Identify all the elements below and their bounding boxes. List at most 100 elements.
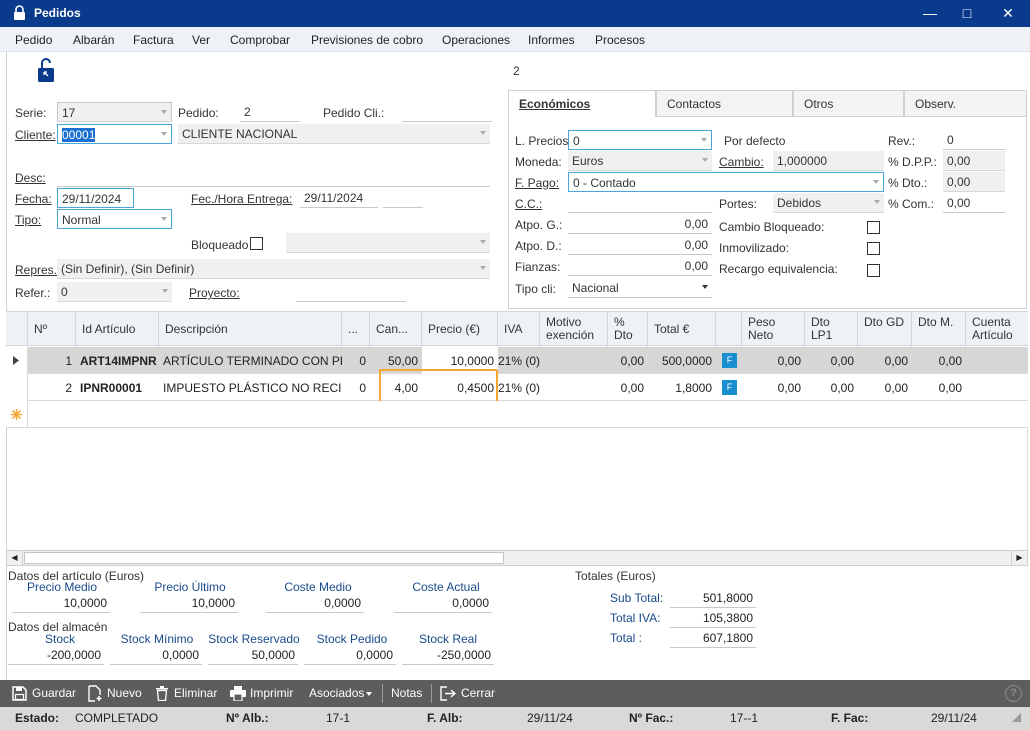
l-precios-select[interactable]: 0 <box>568 130 712 150</box>
asociados-label: Asociados <box>309 686 365 700</box>
fecha-label[interactable]: Fecha: <box>15 192 52 206</box>
col-dtogd[interactable]: Dto GD <box>858 312 912 347</box>
f-badge-icon[interactable]: F <box>722 353 737 368</box>
tab-otros[interactable]: Otros <box>793 90 904 116</box>
col-descripcion[interactable]: Descripción <box>159 312 342 347</box>
inmovilizado-checkbox[interactable] <box>867 242 880 255</box>
nuevo-button[interactable]: Nuevo <box>86 680 144 707</box>
tab-observ[interactable]: Observ. <box>904 90 1027 116</box>
col-badge[interactable] <box>716 312 742 347</box>
table-row[interactable]: 2 IPNR00001 IMPUESTO PLÁSTICO NO RECI...… <box>6 374 1028 401</box>
col-precio[interactable]: Precio (€) <box>422 312 498 347</box>
atpo-d-field[interactable]: 0,00 <box>568 235 712 255</box>
menu-pedido[interactable]: Pedido <box>15 33 52 47</box>
notas-button[interactable]: Notas <box>388 680 426 707</box>
scroll-right-icon[interactable]: ▶ <box>1011 551 1027 565</box>
cliente-code-select[interactable]: 00001 <box>57 124 172 144</box>
portes-select[interactable]: Debidos <box>773 193 884 213</box>
menu-comprobar[interactable]: Comprobar <box>230 33 290 47</box>
fecha-field[interactable]: 29/11/2024 <box>57 188 134 208</box>
col-cuenta[interactable]: Cuenta Artículo <box>966 312 1028 347</box>
fec-entrega-field[interactable]: 29/11/2024 <box>300 188 378 208</box>
fpago-label[interactable]: F. Pago: <box>515 176 559 190</box>
imprimir-button[interactable]: Imprimir <box>229 680 297 707</box>
desc-field[interactable] <box>57 167 490 187</box>
refer-select[interactable]: 0 <box>57 282 172 302</box>
menu-operaciones[interactable]: Operaciones <box>442 33 510 47</box>
maximize-button[interactable]: □ <box>947 0 987 27</box>
fianzas-field[interactable]: 0,00 <box>568 256 712 276</box>
moneda-label: Moneda: <box>515 155 562 169</box>
minimize-button[interactable]: — <box>910 0 950 27</box>
bloqueado-select[interactable] <box>286 233 490 253</box>
table-row[interactable]: 1 ART14IMPNR ARTÍCULO TERMINADO CON PL..… <box>6 347 1028 374</box>
menu-factura[interactable]: Factura <box>133 33 174 47</box>
menu-albaran[interactable]: Albarán <box>73 33 114 47</box>
pedido-field[interactable]: 2 <box>240 102 300 122</box>
hora-entrega-field[interactable] <box>383 188 423 208</box>
col-iva[interactable]: IVA <box>498 312 540 347</box>
recargo-checkbox[interactable] <box>867 264 880 277</box>
repres-label[interactable]: Repres.: <box>15 263 60 277</box>
menu-procesos[interactable]: Procesos <box>595 33 645 47</box>
fec-entrega-label[interactable]: Fec./Hora Entrega: <box>191 192 292 206</box>
total-iva-label: Total IVA: <box>610 611 661 625</box>
tipo-select[interactable]: Normal <box>57 209 172 229</box>
f-badge-icon[interactable]: F <box>722 380 737 395</box>
atpo-g-field[interactable]: 0,00 <box>568 214 712 234</box>
tipo-label[interactable]: Tipo: <box>15 213 41 227</box>
com-field[interactable]: 0,00 <box>943 193 1005 213</box>
pedido-label: Pedido: <box>178 106 219 120</box>
menu-ver[interactable]: Ver <box>192 33 210 47</box>
col-dtom[interactable]: Dto M. <box>912 312 966 347</box>
col-motivo[interactable]: Motivo exención <box>540 312 608 347</box>
help-icon[interactable]: ? <box>1005 685 1022 702</box>
repres-select[interactable]: (Sin Definir), (Sin Definir) <box>57 259 490 279</box>
row-indicator <box>6 347 28 374</box>
col-dots[interactable]: ... <box>342 312 370 347</box>
menu-informes[interactable]: Informes <box>528 33 575 47</box>
fpago-select[interactable]: 0 - Contado <box>568 172 884 192</box>
asociados-dropdown[interactable]: Asociados <box>308 680 376 707</box>
cliente-name-select[interactable]: CLIENTE NACIONAL <box>178 124 490 144</box>
serie-select[interactable]: 17 <box>57 102 172 122</box>
proyecto-label[interactable]: Proyecto: <box>189 286 240 300</box>
cerrar-button[interactable]: Cerrar <box>438 680 498 707</box>
horizontal-scrollbar[interactable]: ◀ ▶ <box>6 550 1028 566</box>
proyecto-field[interactable] <box>296 282 406 302</box>
eliminar-button[interactable]: Eliminar <box>154 680 220 707</box>
col-n[interactable]: Nº <box>28 312 76 347</box>
cliente-label[interactable]: Cliente: <box>15 128 56 142</box>
scroll-left-icon[interactable]: ◀ <box>7 551 23 565</box>
guardar-button[interactable]: Guardar <box>10 680 76 707</box>
n-alb-label: Nº Alb.: <box>226 711 269 725</box>
moneda-select[interactable]: Euros <box>568 151 712 171</box>
col-cantidad[interactable]: Can... <box>370 312 422 347</box>
cc-label[interactable]: C.C.: <box>515 197 542 211</box>
close-button[interactable]: ✕ <box>988 0 1028 27</box>
cambio-field[interactable]: 1,000000 <box>773 151 884 171</box>
dto-field[interactable]: 0,00 <box>943 172 1005 192</box>
col-total[interactable]: Total € <box>648 312 716 347</box>
cambio-bloqueado-checkbox[interactable] <box>867 221 880 234</box>
scroll-thumb[interactable] <box>24 552 504 564</box>
resize-grip-icon[interactable] <box>1012 713 1021 722</box>
col-pdto[interactable]: % Dto <box>608 312 648 347</box>
col-dtolp1[interactable]: Dto LP1 <box>805 312 858 347</box>
cc-field[interactable] <box>568 193 712 213</box>
unlock-icon[interactable] <box>37 57 55 83</box>
tab-contactos[interactable]: Contactos <box>656 90 793 116</box>
col-id-articulo[interactable]: Id Artículo <box>76 312 159 347</box>
dpp-field[interactable]: 0,00 <box>943 151 1005 171</box>
new-row[interactable] <box>6 401 1028 428</box>
col-peso[interactable]: Peso Neto <box>742 312 805 347</box>
bloqueado-checkbox[interactable] <box>250 237 263 250</box>
rev-field[interactable]: 0 <box>943 130 1005 150</box>
tab-economicos[interactable]: Económicos <box>508 90 656 117</box>
tipo-cli-select[interactable]: Nacional <box>568 278 712 298</box>
cambio-label[interactable]: Cambio: <box>719 155 764 169</box>
desc-label[interactable]: Desc: <box>15 171 46 185</box>
pedido-cli-field[interactable] <box>402 102 492 122</box>
menu-previsiones[interactable]: Previsiones de cobro <box>311 33 423 47</box>
stock-reservado-value: 50,0000 <box>208 648 298 665</box>
